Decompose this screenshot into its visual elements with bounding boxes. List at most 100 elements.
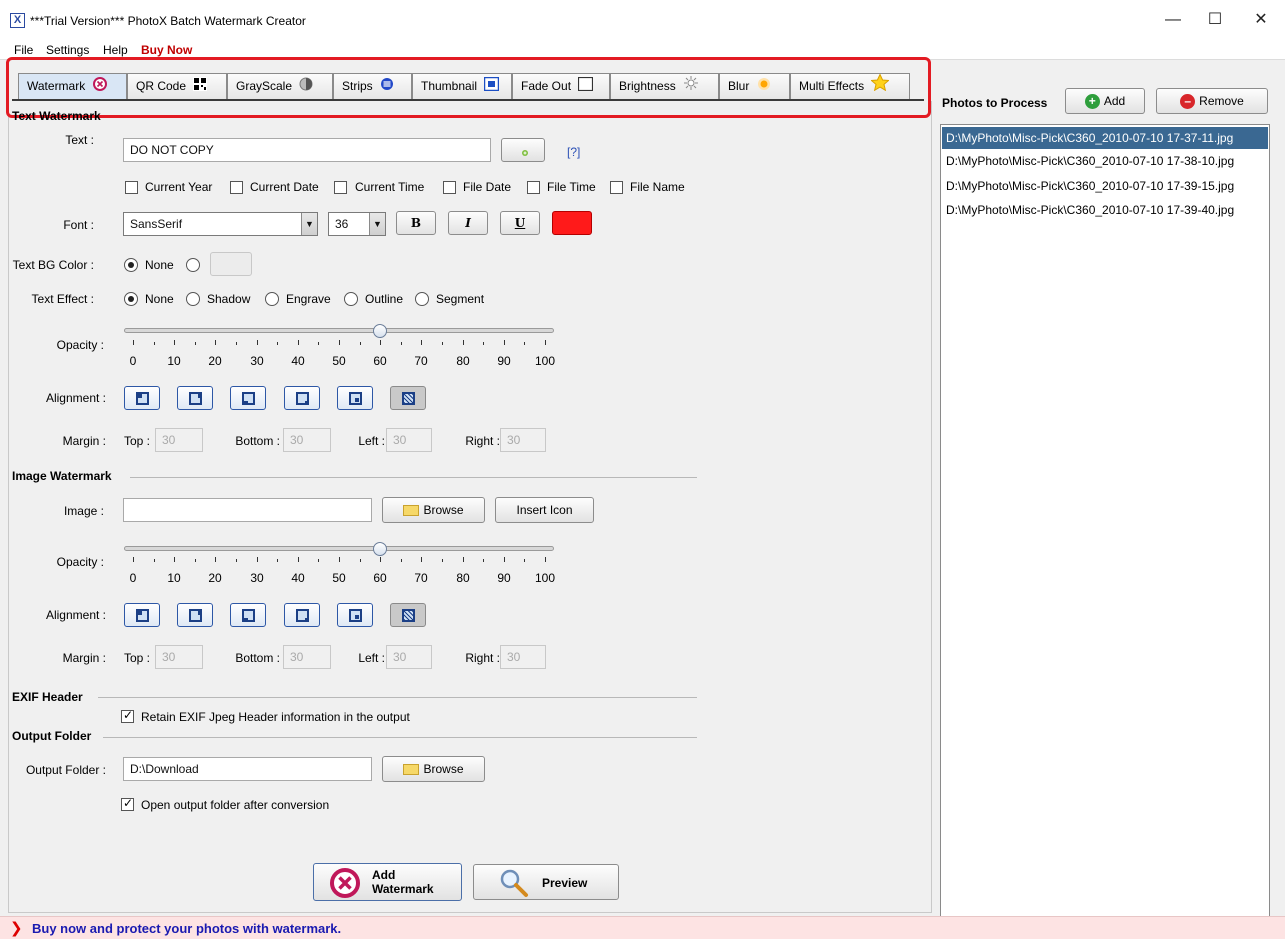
insert-icon-button[interactable]: Insert Icon <box>495 497 594 523</box>
text-action-button[interactable] <box>501 138 545 162</box>
top-margin-label: Top : <box>123 434 150 448</box>
italic-button[interactable]: I <box>448 211 488 235</box>
section-divider <box>98 697 697 698</box>
image-browse-button[interactable]: Browse <box>382 497 485 523</box>
opacity-label: Opacity : <box>56 338 104 352</box>
font-dropdown[interactable]: SansSerif ▼ <box>123 212 318 236</box>
file-name-checkbox[interactable] <box>610 181 623 194</box>
align-position-button[interactable] <box>337 603 373 627</box>
image-opacity-thumb[interactable] <box>373 542 387 556</box>
slider-tick <box>463 340 464 345</box>
align-marker <box>244 401 248 405</box>
effect-shadow-radio[interactable] <box>186 292 200 306</box>
open-output-checkbox[interactable] <box>121 796 134 811</box>
menu-buy-now[interactable]: Buy Now <box>141 43 192 57</box>
output-folder-input[interactable]: D:\Download <box>123 757 372 781</box>
add-watermark-button[interactable]: Add Watermark <box>313 863 462 901</box>
help-link[interactable]: [?] <box>567 145 580 159</box>
remove-photos-button[interactable]: – Remove <box>1156 88 1268 114</box>
effect-engrave-radio[interactable] <box>265 292 279 306</box>
font-size-dropdown[interactable]: 36 ▼ <box>328 212 386 236</box>
section-title-output-folder: Output Folder <box>12 729 92 743</box>
slider-tick <box>195 559 196 562</box>
slider-tick-label: 100 <box>534 571 556 585</box>
preview-button[interactable]: Preview <box>473 864 619 900</box>
align-position-button[interactable] <box>124 386 160 410</box>
align-position-button[interactable] <box>177 603 213 627</box>
effect-none-radio[interactable] <box>124 292 138 306</box>
image-right-margin-input[interactable]: 30 <box>500 645 546 669</box>
file-date-checkbox[interactable] <box>443 181 456 194</box>
align-position-button[interactable] <box>230 386 266 410</box>
right-margin-label: Right : <box>465 651 500 665</box>
align-position-button[interactable] <box>177 386 213 410</box>
menu-file[interactable]: File <box>14 43 33 57</box>
list-item[interactable]: D:\MyPhoto\Misc-Pick\C360_2010-07-10 17-… <box>942 199 1268 221</box>
slider-tick <box>298 340 299 345</box>
align-position-button[interactable] <box>337 386 373 410</box>
image-left-margin-input[interactable]: 30 <box>386 645 432 669</box>
align-position-button[interactable] <box>284 603 320 627</box>
text-left-margin-input[interactable]: 30 <box>386 428 432 452</box>
slider-tick <box>257 557 258 562</box>
current-time-checkbox[interactable] <box>334 181 347 194</box>
menu-settings[interactable]: Settings <box>46 43 89 57</box>
align-position-button[interactable] <box>124 603 160 627</box>
align-position-button[interactable] <box>284 386 320 410</box>
slider-tick <box>504 557 505 562</box>
text-opacity-slider[interactable] <box>124 328 554 333</box>
alignment-label: Alignment : <box>45 391 106 405</box>
tile-align-button[interactable] <box>390 603 426 627</box>
bold-button[interactable]: B <box>396 211 436 235</box>
status-message[interactable]: Buy now and protect your photos with wat… <box>32 921 341 936</box>
maximize-button[interactable]: ☐ <box>1192 8 1238 32</box>
slider-tick <box>380 340 381 345</box>
image-opacity-slider[interactable] <box>124 546 554 551</box>
folder-icon <box>403 764 420 776</box>
effect-outline-label: Outline <box>365 292 404 306</box>
text-bottom-margin-input[interactable]: 30 <box>283 428 331 452</box>
text-effect-label: Text Effect : <box>31 292 94 306</box>
effect-segment-radio[interactable] <box>415 292 429 306</box>
list-item[interactable]: D:\MyPhoto\Misc-Pick\C360_2010-07-10 17-… <box>942 175 1268 197</box>
bg-color-radio[interactable] <box>186 258 200 272</box>
slider-tick-label: 10 <box>167 571 181 585</box>
align-position-button[interactable] <box>230 603 266 627</box>
slider-tick <box>421 557 422 562</box>
menu-help[interactable]: Help <box>103 43 128 57</box>
minimize-button[interactable]: — <box>1150 8 1196 32</box>
retain-exif-checkbox[interactable] <box>121 708 134 723</box>
section-divider <box>103 737 697 738</box>
add-photos-button[interactable]: + Add <box>1065 88 1145 114</box>
slider-tick <box>339 340 340 345</box>
effect-outline-radio[interactable] <box>344 292 358 306</box>
file-time-checkbox[interactable] <box>527 181 540 194</box>
slider-tick-label: 60 <box>373 571 387 585</box>
photos-list[interactable]: D:\MyPhoto\Misc-Pick\C360_2010-07-10 17-… <box>940 124 1270 925</box>
underline-button[interactable]: U <box>500 211 540 235</box>
slider-tick-label: 40 <box>291 571 305 585</box>
watermark-text-input[interactable]: DO NOT COPY <box>123 138 491 162</box>
tile-align-button[interactable] <box>390 386 426 410</box>
text-color-swatch[interactable] <box>552 211 592 235</box>
image-path-input[interactable] <box>123 498 372 522</box>
text-right-margin-input[interactable]: 30 <box>500 428 546 452</box>
slider-tick <box>133 340 134 345</box>
align-marker <box>138 611 142 615</box>
text-top-margin-input[interactable]: 30 <box>155 428 203 452</box>
image-bottom-margin-input[interactable]: 30 <box>283 645 331 669</box>
align-marker <box>305 618 309 622</box>
output-browse-button[interactable]: Browse <box>382 756 485 782</box>
bg-none-radio[interactable] <box>124 258 138 272</box>
list-item[interactable]: D:\MyPhoto\Misc-Pick\C360_2010-07-10 17-… <box>942 127 1268 149</box>
image-top-margin-input[interactable]: 30 <box>155 645 203 669</box>
align-position-icon <box>136 609 149 622</box>
close-button[interactable]: ✕ <box>1238 8 1284 32</box>
current-year-checkbox[interactable] <box>125 181 138 194</box>
text-opacity-thumb[interactable] <box>373 324 387 338</box>
bg-color-swatch[interactable] <box>210 252 252 276</box>
current-date-checkbox[interactable] <box>230 181 243 194</box>
slider-tick <box>545 340 546 345</box>
slider-tick <box>442 559 443 562</box>
list-item[interactable]: D:\MyPhoto\Misc-Pick\C360_2010-07-10 17-… <box>942 150 1268 172</box>
